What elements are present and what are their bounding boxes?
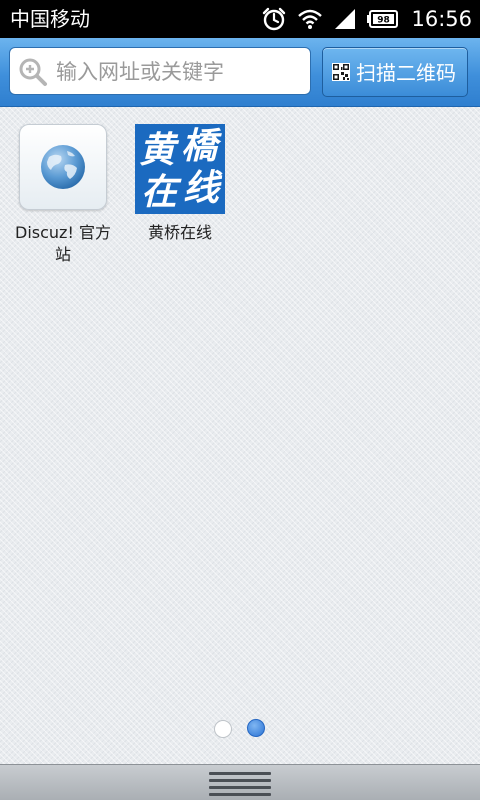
- logo-char: 线: [183, 167, 220, 209]
- page-indicator-dot-1[interactable]: [214, 720, 232, 738]
- qr-code-icon: [332, 63, 350, 85]
- scan-qr-button[interactable]: 扫描二维码: [322, 47, 468, 97]
- search-placeholder: 输入网址或关键字: [56, 60, 224, 84]
- shortcut-label: Discuz! 官方站: [15, 223, 111, 264]
- discuz-app-icon: [19, 124, 107, 210]
- status-bar: 中国移动 98 16:56: [0, 0, 480, 38]
- bottom-toolbar: [0, 764, 480, 800]
- search-input[interactable]: 输入网址或关键字: [9, 47, 311, 95]
- search-header: 输入网址或关键字 扫描二维码: [0, 38, 480, 107]
- battery-level: 98: [378, 16, 391, 26]
- status-icons: 98 16:56: [261, 5, 472, 33]
- huangqiao-logo: 黄 橋 在 线: [135, 124, 225, 214]
- menu-handle-icon[interactable]: [209, 771, 271, 800]
- shortcut-huangqiao[interactable]: 黄 橋 在 线 黄桥在线: [126, 124, 234, 244]
- alarm-clock-icon: [261, 6, 287, 32]
- shortcut-label: 黄桥在线: [147, 223, 212, 242]
- globe-icon: [41, 145, 85, 189]
- battery-icon: 98: [367, 9, 399, 29]
- wifi-icon: [297, 8, 323, 30]
- scan-qr-label: 扫描二维码: [356, 61, 456, 85]
- signal-icon: [333, 7, 357, 31]
- carrier-name: 中国移动: [10, 7, 90, 31]
- search-icon: [18, 57, 48, 91]
- shortcut-discuz[interactable]: Discuz! 官方站: [9, 124, 117, 266]
- logo-char: 在: [141, 171, 178, 213]
- status-time: 16:56: [411, 7, 472, 31]
- logo-char: 黄: [139, 129, 176, 171]
- logo-char: 橋: [181, 125, 218, 167]
- page-indicator-dot-2-active[interactable]: [247, 719, 265, 737]
